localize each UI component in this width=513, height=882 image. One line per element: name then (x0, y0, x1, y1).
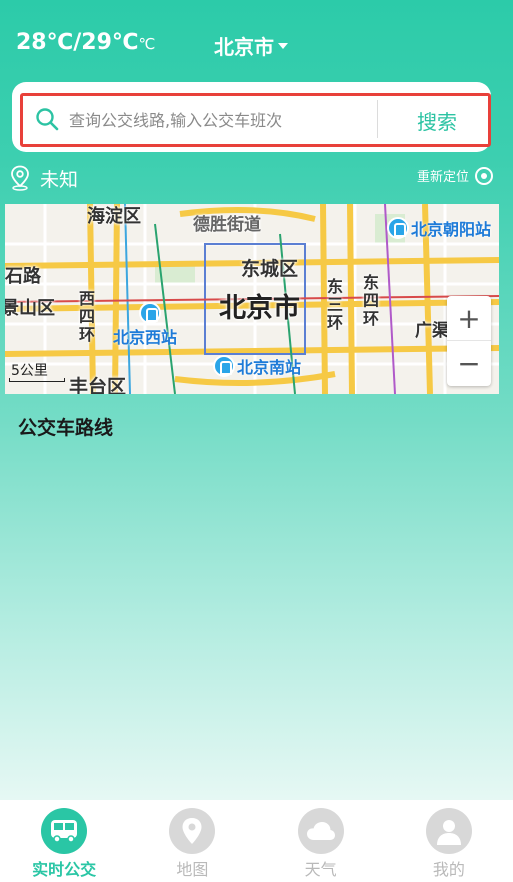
city-selector[interactable]: 北京市 (214, 31, 288, 60)
map-scale-bar (9, 378, 65, 382)
location-bar: 未知 重新定位 (0, 160, 513, 196)
temperature-value: 28℃/29℃ (16, 30, 139, 55)
city-name: 北京市 (214, 35, 274, 59)
zoom-controls: + − (447, 296, 491, 386)
temperature-unit: ℃ (138, 35, 156, 53)
search-input[interactable] (69, 105, 369, 135)
station-beijing-south[interactable]: 北京南站 (213, 354, 301, 378)
station-label: 北京南站 (237, 358, 302, 377)
tab-weather[interactable]: 天气 (257, 800, 385, 882)
station-label: 北京朝阳站 (411, 220, 492, 239)
tab-realtime-bus[interactable]: 实时公交 (0, 800, 128, 882)
map-label-jingshan: 景山区 (5, 298, 55, 319)
map-label-guangqu: 广渠 (415, 321, 449, 341)
map-label-fengtai: 丰台区 (69, 376, 127, 394)
cloud-icon (297, 808, 344, 854)
map-label-xisihuan: 西四环 (79, 289, 96, 344)
zoom-out-button[interactable]: − (447, 341, 491, 386)
map-label-haidian: 海淀区 (87, 206, 141, 227)
location-pin-icon (11, 165, 29, 191)
train-station-icon (139, 302, 161, 324)
top-bar: 28℃/29℃℃ 北京市 (0, 0, 513, 80)
map-label-deshengjie: 德胜街道 (193, 215, 261, 235)
map-label-center: 北京市 (219, 293, 300, 324)
search-divider (377, 100, 378, 138)
tab-label: 我的 (432, 860, 465, 879)
user-icon (425, 808, 472, 854)
map-pin-icon (169, 808, 216, 854)
tab-label: 天气 (304, 860, 337, 879)
tab-map[interactable]: 地图 (128, 800, 256, 882)
section-title-bus-routes: 公交车路线 (18, 417, 114, 439)
train-station-icon (387, 217, 409, 239)
map-view[interactable]: 海淀区 德胜街道 东城区 石路 景山区 丰台区 广渠 西四环 东三环 东四环 北… (5, 204, 499, 394)
station-beijing-chaoyang[interactable]: 北京朝阳站 (387, 216, 491, 240)
current-location: 未知 (40, 169, 79, 191)
search-bar: 搜索 (20, 93, 491, 147)
locate-target-icon (475, 166, 493, 185)
train-station-icon (213, 355, 235, 377)
zoom-in-button[interactable]: + (447, 296, 491, 341)
temperature-display: 28℃/29℃℃ (16, 30, 155, 55)
relocate-button[interactable]: 重新定位 (417, 166, 493, 185)
bottom-tab-bar: 实时公交 地图 天气 我的 (0, 800, 513, 882)
bus-icon (41, 808, 88, 854)
map-label-dongcheng: 东城区 (241, 258, 299, 280)
map-label-shilu: 石路 (5, 266, 41, 287)
search-button[interactable]: 搜索 (393, 102, 481, 138)
search-icon (36, 108, 59, 131)
station-beijing-west[interactable]: 北京西站 (113, 302, 177, 348)
map-label-dongsihuan: 东四环 (363, 273, 380, 328)
caret-down-icon (278, 42, 288, 49)
tab-label: 地图 (176, 860, 209, 879)
tab-profile[interactable]: 我的 (385, 800, 513, 882)
map-label-dongsanhuan: 东三环 (327, 277, 344, 332)
station-label: 北京西站 (113, 328, 178, 347)
relocate-label: 重新定位 (416, 170, 469, 185)
map-scale-label: 5公里 (11, 363, 48, 379)
tab-label: 实时公交 (32, 860, 97, 879)
